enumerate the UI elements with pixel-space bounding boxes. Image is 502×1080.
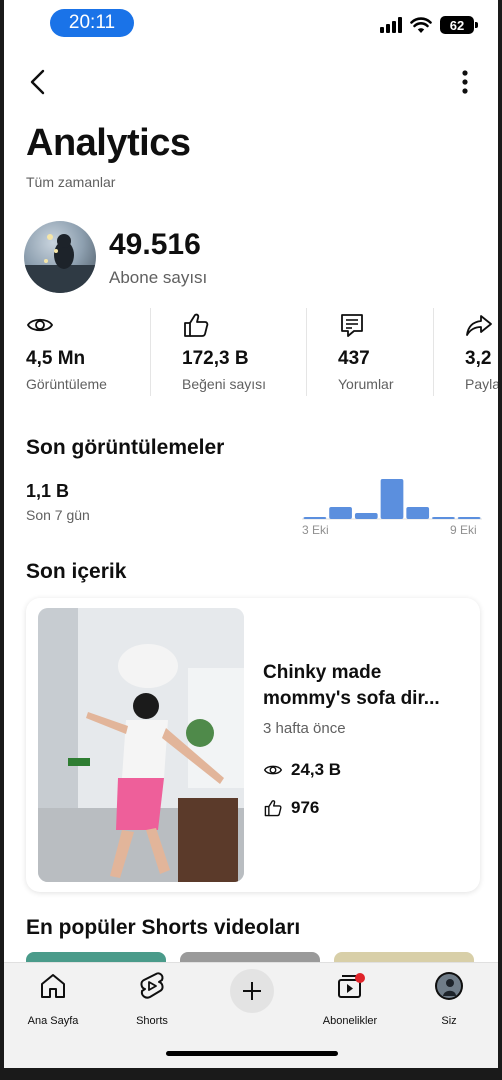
home-indicator <box>166 1051 338 1056</box>
nav-subscriptions[interactable]: Abonelikler <box>310 971 390 1027</box>
nav-shorts[interactable]: Shorts <box>112 971 192 1027</box>
eye-icon <box>26 318 54 332</box>
stats-row: 4,5 Mn Görüntüleme 172,3 B Beğeni sayısı… <box>4 308 498 396</box>
stat-views-value: 4,5 Mn <box>26 348 86 369</box>
recent-views-heading: Son görüntülemeler <box>26 436 225 459</box>
video-views: 24,3 B <box>263 760 341 780</box>
share-icon <box>466 315 492 336</box>
video-time: 3 hafta önce <box>263 720 346 737</box>
stat-likes-label: Beğeni sayısı <box>182 376 267 392</box>
chart-bar-6 <box>380 479 404 519</box>
signal-icon <box>380 17 402 33</box>
divider <box>150 308 151 396</box>
stat-comments-value: 437 <box>338 348 370 369</box>
stat-views-label: Görüntüleme <box>26 376 107 392</box>
chart-bar-7 <box>406 507 430 519</box>
wifi-icon <box>410 16 432 33</box>
more-options-icon[interactable] <box>450 66 480 98</box>
recent-content-heading: Son içerik <box>26 560 127 583</box>
create-button[interactable] <box>230 969 274 1013</box>
video-likes-value: 976 <box>291 798 320 817</box>
video-views-value: 24,3 B <box>291 760 342 779</box>
subscriber-label: Abone sayısı <box>109 268 208 287</box>
thumbs-up-icon <box>264 800 282 817</box>
status-icons: 62 <box>380 16 478 34</box>
profile-avatar-icon <box>435 972 463 1000</box>
nav-you-label: Siz <box>441 1015 457 1027</box>
page-subtitle: Tüm zamanlar <box>26 174 116 190</box>
avatar-image <box>24 234 96 293</box>
phone-screen: 20:11 62 Analytics Tüm zamanlar 49.516 A… <box>4 0 498 1068</box>
video-likes: 976 <box>263 798 319 818</box>
eye-icon <box>263 765 283 775</box>
chart-tick-start: 3 Eki <box>302 523 329 537</box>
recent-views-value: 1,1 B <box>26 481 70 501</box>
stat-shares-value: 3,2 <box>465 348 492 369</box>
stat-likes-value: 172,3 B <box>182 348 249 369</box>
bottom-navigation: Ana Sayfa Shorts Abonelikler Siz <box>4 962 498 1068</box>
nav-home[interactable]: Ana Sayfa <box>13 971 93 1027</box>
home-icon <box>41 974 65 998</box>
nav-shorts-label: Shorts <box>136 1015 168 1027</box>
stat-shares-label: Payla <box>465 376 498 392</box>
thumbnail-image <box>38 608 244 882</box>
stat-shares[interactable]: 3,2 Payla <box>465 308 498 396</box>
plus-icon <box>243 982 261 1000</box>
divider <box>433 308 434 396</box>
channel-avatar[interactable] <box>24 221 96 293</box>
back-arrow-icon[interactable] <box>24 66 54 98</box>
nav-you[interactable]: Siz <box>409 971 489 1027</box>
subscriptions-icon <box>338 973 365 998</box>
recent-views-period: Son 7 gün <box>26 507 90 523</box>
video-title[interactable]: Chinky made mommy's sofa dir... <box>263 660 468 712</box>
nav-home-label: Ana Sayfa <box>27 1015 79 1027</box>
chart-tick-end: 9 Eki <box>450 523 477 537</box>
subscriber-count: 49.516 <box>109 228 201 261</box>
stat-comments-label: Yorumlar <box>338 376 394 392</box>
chart-bar-9-eki <box>457 517 481 519</box>
nav-subscriptions-label: Abonelikler <box>322 1015 378 1027</box>
chart-bar-5 <box>354 513 378 519</box>
chart-bar-4 <box>329 507 352 519</box>
thumbs-up-icon <box>184 313 209 337</box>
recent-content-card[interactable]: Chinky made mommy's sofa dir... 3 hafta … <box>26 598 480 892</box>
chart-bar-3-eki <box>303 517 327 519</box>
battery-icon: 62 <box>440 16 478 34</box>
status-time: 20:11 <box>50 9 134 37</box>
divider <box>306 308 307 396</box>
comment-icon <box>341 314 363 337</box>
video-thumbnail[interactable] <box>38 608 244 882</box>
popular-shorts-heading: En popüler Shorts videoları <box>26 916 301 939</box>
page-title: Analytics <box>26 122 191 164</box>
chart-bar-8 <box>432 517 455 519</box>
shorts-icon <box>140 972 164 999</box>
